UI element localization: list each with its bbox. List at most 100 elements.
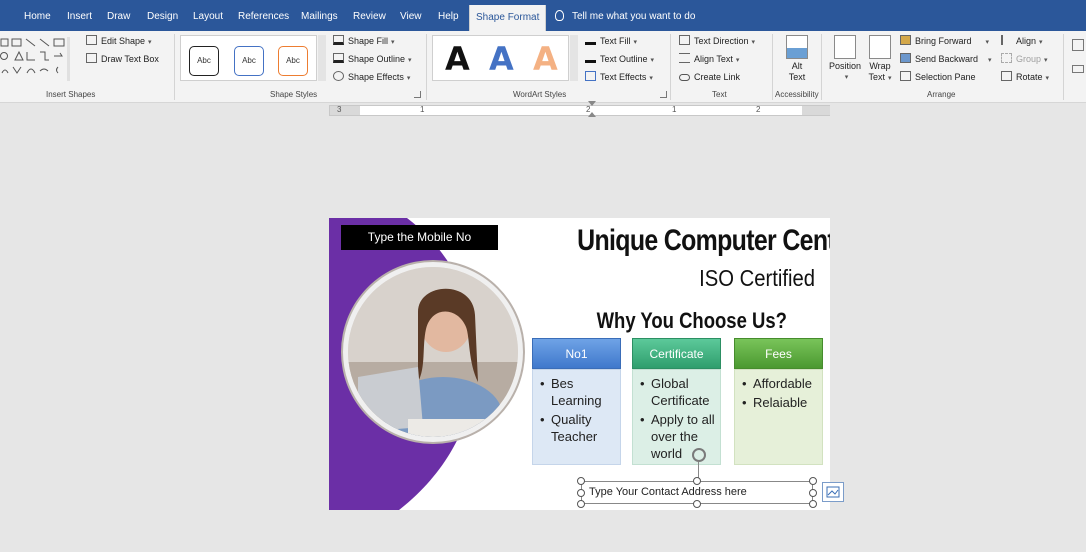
group-button[interactable]: Group ▾ xyxy=(1001,52,1048,66)
wordart-scroll[interactable] xyxy=(570,35,578,81)
tell-me-search[interactable]: Tell me what you want to do xyxy=(555,0,695,31)
resize-handle[interactable] xyxy=(693,500,701,508)
rotate-button[interactable]: Rotate ▾ xyxy=(1001,70,1049,84)
document-page[interactable]: Type the Mobile No Unique Computer Centr… xyxy=(329,218,830,510)
send-backward-button[interactable]: Send Backward ▾ xyxy=(900,52,992,66)
text-outline-button[interactable]: Text Outline ▾ xyxy=(585,52,654,66)
align-label: Align xyxy=(1016,36,1037,46)
chevron-down-icon: ▾ xyxy=(751,39,756,46)
align-text-button[interactable]: Align Text ▾ xyxy=(679,52,739,66)
bring-forward-button[interactable]: Bring Forward ▾ xyxy=(900,34,989,48)
feature-column-fees[interactable]: Fees Affordable Relaiable xyxy=(734,338,823,465)
resize-handle[interactable] xyxy=(809,489,817,497)
height-icon[interactable] xyxy=(1072,39,1084,51)
wordart-style-blue[interactable]: A xyxy=(489,40,514,78)
text-effects-button[interactable]: Text Effects ▾ xyxy=(585,70,653,84)
wrap-text-label-1: Wrap xyxy=(869,61,891,71)
tab-draw[interactable]: Draw xyxy=(107,0,130,31)
ruler-number: 1 xyxy=(672,105,677,114)
shape-style-black[interactable]: Abc xyxy=(189,46,219,76)
edit-shape-button[interactable]: Edit Shape ▾ xyxy=(86,34,152,48)
group-divider xyxy=(670,34,671,100)
dialog-launcher-icon[interactable] xyxy=(660,91,667,98)
wrap-text-icon xyxy=(869,35,891,59)
shape-effects-button[interactable]: Shape Effects ▾ xyxy=(333,70,410,84)
draw-text-box-label: Draw Text Box xyxy=(101,54,159,64)
list-item: Bes Learning xyxy=(537,375,616,409)
resize-handle[interactable] xyxy=(809,500,817,508)
horizontal-ruler[interactable]: 3 1 2 1 2 xyxy=(329,101,830,117)
tab-insert[interactable]: Insert xyxy=(67,0,92,31)
draw-text-box-button[interactable]: Draw Text Box xyxy=(86,52,159,66)
shape-styles-scroll[interactable] xyxy=(318,35,326,81)
shape-effects-icon xyxy=(333,71,344,81)
column-bullets: Bes Learning Quality Teacher xyxy=(537,375,616,445)
rotate-handle-icon[interactable] xyxy=(692,448,706,462)
group-label-accessibility: Accessibility xyxy=(775,90,819,99)
resize-handle[interactable] xyxy=(577,477,585,485)
chevron-down-icon: ▾ xyxy=(633,39,638,46)
why-choose-us-heading[interactable]: Why You Choose Us? xyxy=(597,308,787,334)
layout-options-icon[interactable] xyxy=(822,482,844,502)
wrap-text-button[interactable]: Wrap Text ▾ xyxy=(863,35,897,84)
first-line-indent-marker[interactable] xyxy=(588,101,596,106)
shape-fill-button[interactable]: Shape Fill ▾ xyxy=(333,34,395,48)
centre-title[interactable]: Unique Computer Centre xyxy=(577,224,830,258)
chevron-down-icon: ▾ xyxy=(408,57,412,64)
group-label-arrange: Arrange xyxy=(927,90,956,99)
tab-layout[interactable]: Layout xyxy=(193,0,223,31)
width-icon[interactable] xyxy=(1072,65,1084,73)
shape-outline-button[interactable]: Shape Outline ▾ xyxy=(333,52,412,66)
group-divider xyxy=(1063,34,1064,100)
feature-column-no1[interactable]: No1 Bes Learning Quality Teacher xyxy=(532,338,621,465)
resize-handle[interactable] xyxy=(577,489,585,497)
student-photo[interactable] xyxy=(343,262,523,442)
shapes-gallery[interactable] xyxy=(0,37,70,81)
align-button[interactable]: Align ▾ xyxy=(1001,34,1043,48)
text-direction-icon xyxy=(679,35,690,45)
group-icon xyxy=(1001,53,1012,63)
resize-handle[interactable] xyxy=(577,500,585,508)
title-tab-bar: Home Insert Draw Design Layout Reference… xyxy=(0,0,1086,31)
hanging-indent-marker[interactable] xyxy=(588,112,596,117)
ruler-number: 2 xyxy=(756,105,761,114)
tab-shape-format[interactable]: Shape Format xyxy=(469,5,547,31)
column-bullets: Affordable Relaiable xyxy=(739,375,818,411)
pencil-icon xyxy=(333,53,344,63)
wrap-text-label-2: Text ▾ xyxy=(863,72,897,84)
selection-pane-icon xyxy=(900,71,911,81)
layout-options-glyph xyxy=(826,486,840,498)
group-divider xyxy=(174,34,175,100)
shape-style-blue[interactable]: Abc xyxy=(234,46,264,76)
chevron-down-icon: ▾ xyxy=(1045,75,1050,82)
tab-mailings[interactable]: Mailings xyxy=(301,0,338,31)
tab-design[interactable]: Design xyxy=(147,0,178,31)
ruler-number: 1 xyxy=(420,105,425,114)
tab-review[interactable]: Review xyxy=(353,0,386,31)
tab-view[interactable]: View xyxy=(400,0,422,31)
mobile-number-box[interactable]: Type the Mobile No xyxy=(341,225,498,250)
text-fill-button[interactable]: Text Fill ▾ xyxy=(585,34,637,48)
tab-help[interactable]: Help xyxy=(438,0,459,31)
tab-references[interactable]: References xyxy=(238,0,289,31)
wordart-style-black[interactable]: A xyxy=(445,40,470,78)
chevron-down-icon: ▾ xyxy=(1039,39,1043,46)
resize-handle[interactable] xyxy=(809,477,817,485)
wordart-style-orange[interactable]: A xyxy=(533,40,558,78)
link-icon xyxy=(679,74,690,81)
shape-style-orange[interactable]: Abc xyxy=(278,46,308,76)
tab-home[interactable]: Home xyxy=(24,0,51,31)
ruler-margin-right xyxy=(802,106,830,115)
create-link-button[interactable]: Create Link xyxy=(679,70,740,84)
chevron-down-icon: ▾ xyxy=(406,75,411,82)
alt-text-button[interactable]: Alt Text xyxy=(780,35,814,83)
selection-pane-button[interactable]: Selection Pane xyxy=(900,70,976,84)
edit-shape-label: Edit Shape xyxy=(101,36,146,46)
resize-handle[interactable] xyxy=(693,477,701,485)
list-item: Affordable xyxy=(739,375,818,392)
position-button[interactable]: Position ▾ xyxy=(828,35,862,83)
text-direction-button[interactable]: Text Direction ▾ xyxy=(679,34,755,48)
feature-column-certificate[interactable]: Certificate Global Certificate Apply to … xyxy=(632,338,721,465)
dialog-launcher-icon[interactable] xyxy=(414,91,421,98)
iso-certified-subtitle[interactable]: ISO Certified xyxy=(651,265,815,292)
